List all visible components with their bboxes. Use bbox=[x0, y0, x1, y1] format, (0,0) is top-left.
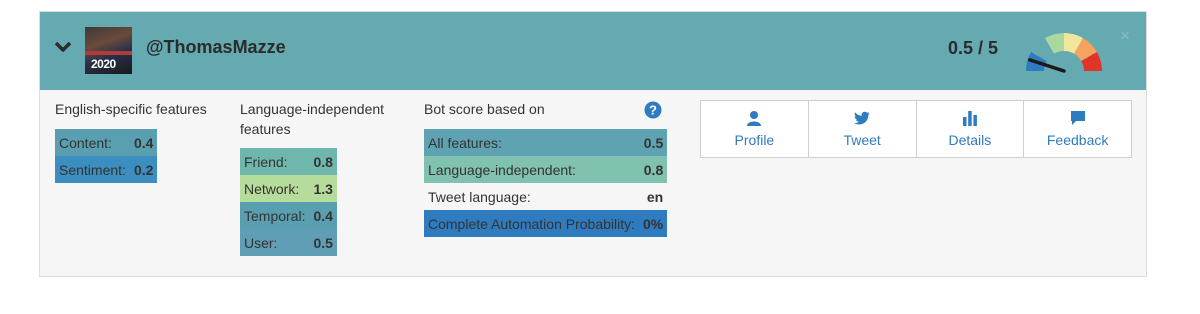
english-feature-row: Sentiment: 0.2 bbox=[55, 156, 158, 183]
bot-score-row-value: 0% bbox=[643, 215, 664, 232]
action-button-group: Profile Tweet Details Feedback bbox=[700, 100, 1132, 158]
bot-score-title: Bot score based on bbox=[424, 101, 545, 117]
comment-icon bbox=[1070, 111, 1085, 125]
chevron-down-icon[interactable] bbox=[54, 40, 72, 54]
bot-score-text: 0.5 / 5 bbox=[948, 38, 999, 58]
english-feature-row: Content: 0.4 bbox=[55, 129, 158, 156]
language-independent-row-label: Temporal: bbox=[244, 207, 306, 224]
language-independent-title: Language-independent features bbox=[240, 99, 384, 139]
avatar-stripe bbox=[85, 51, 132, 55]
language-independent-row-value: 0.4 bbox=[313, 207, 333, 224]
language-independent-row-value: 0.8 bbox=[313, 153, 333, 170]
profile-button-label: Profile bbox=[734, 132, 775, 148]
close-icon[interactable]: × bbox=[1120, 26, 1130, 46]
language-independent-row-label: Friend: bbox=[244, 153, 288, 170]
bot-score-row-value: 0.5 bbox=[643, 134, 664, 151]
bot-score-row-label: Tweet language: bbox=[428, 188, 531, 205]
user-icon bbox=[747, 111, 762, 126]
avatar[interactable]: 2020 bbox=[85, 27, 132, 74]
language-independent-row: Temporal: 0.4 bbox=[240, 202, 337, 229]
bot-score-row-value: 0.8 bbox=[643, 161, 664, 178]
bot-score-row-label: Complete Automation Probability: bbox=[428, 215, 635, 232]
avatar-text: 2020 bbox=[91, 57, 116, 71]
feedback-button-label: Feedback bbox=[1046, 132, 1109, 148]
english-feature-row-label: Content: bbox=[59, 134, 112, 151]
bot-score-card: 2020 @ThomasMazze 0.5 / 5 × English-spec… bbox=[39, 11, 1147, 277]
bot-score-row: Complete Automation Probability: 0% bbox=[424, 210, 668, 237]
language-independent-title-line1: Language-independent bbox=[240, 101, 385, 117]
bar-chart-icon bbox=[962, 111, 977, 126]
language-independent-row-value: 1.3 bbox=[313, 180, 333, 197]
language-independent-row-label: Network: bbox=[244, 180, 300, 197]
details-button-label: Details bbox=[948, 132, 992, 148]
english-features-table: Content: 0.4 Sentiment: 0.2 bbox=[55, 129, 158, 183]
language-independent-row: Network: 1.3 bbox=[240, 175, 337, 202]
bot-score-table: All features: 0.5 Language-independent: 0.8… bbox=[424, 129, 668, 237]
language-independent-row-value: 0.5 bbox=[313, 234, 333, 251]
bot-score-row: All features: 0.5 bbox=[424, 129, 668, 156]
english-feature-row-value: 0.4 bbox=[133, 134, 154, 151]
bot-score-gauge bbox=[1026, 33, 1102, 73]
twitter-bird-icon bbox=[854, 111, 870, 125]
bot-score-row-label: Language-independent: bbox=[428, 161, 576, 178]
tweet-button-label: Tweet bbox=[843, 132, 881, 148]
language-independent-row: Friend: 0.8 bbox=[240, 148, 337, 175]
bot-score-row-value: en bbox=[646, 188, 664, 205]
help-icon[interactable]: ? bbox=[644, 101, 662, 119]
english-feature-row-label: Sentiment: bbox=[59, 161, 126, 178]
language-independent-row: User: 0.5 bbox=[240, 229, 337, 256]
bot-score-row: Tweet language: en bbox=[424, 183, 667, 210]
svg-text:?: ? bbox=[649, 103, 657, 118]
feedback-button[interactable]: Feedback bbox=[1024, 101, 1131, 157]
tweet-button[interactable]: Tweet bbox=[809, 101, 917, 157]
language-independent-row-label: User: bbox=[244, 234, 278, 251]
language-independent-title-line2: features bbox=[240, 121, 291, 137]
language-independent-table: Friend: 0.8 Network: 1.3 Temporal: 0.4 User: 0.… bbox=[240, 148, 337, 256]
english-features-title: English-specific features bbox=[55, 101, 207, 117]
username[interactable]: @ThomasMazze bbox=[146, 37, 286, 58]
bot-score-row-label: All features: bbox=[428, 134, 502, 151]
bot-score-row: Language-independent: 0.8 bbox=[424, 156, 668, 183]
english-feature-row-value: 0.2 bbox=[133, 161, 154, 178]
details-button[interactable]: Details bbox=[917, 101, 1025, 157]
profile-button[interactable]: Profile bbox=[701, 101, 809, 157]
card-header: 2020 @ThomasMazze 0.5 / 5 × bbox=[40, 12, 1146, 90]
